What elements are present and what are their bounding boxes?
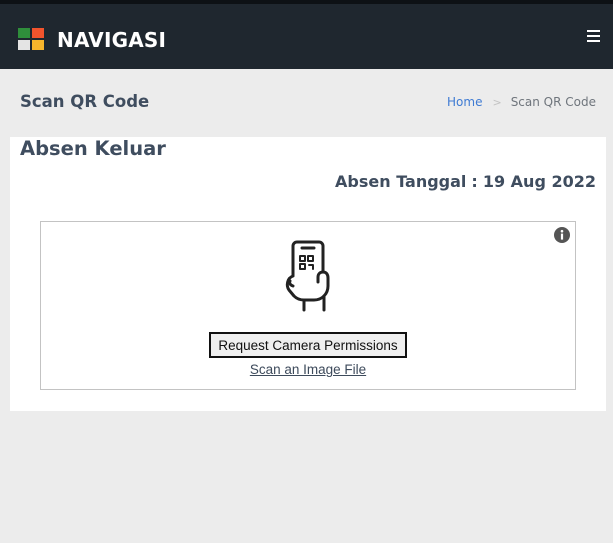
- attendance-date-separator: :: [471, 172, 478, 191]
- hamburger-line: [587, 40, 600, 42]
- attendance-card: Absen Keluar Absen Tanggal : 19 Aug 2022…: [10, 137, 606, 411]
- logo-square-green: [18, 28, 30, 38]
- logo-square-yellow: [32, 40, 44, 50]
- info-icon[interactable]: [554, 227, 570, 243]
- attendance-date-label: Absen Tanggal: [335, 172, 467, 191]
- qr-scanner-region: Request Camera Permissions Scan an Image…: [40, 221, 576, 390]
- brand-title[interactable]: NAVIGASI: [57, 28, 166, 52]
- scan-image-file-link[interactable]: Scan an Image File: [41, 362, 575, 377]
- card-title: Absen Keluar: [20, 137, 166, 160]
- top-navbar: NAVIGASI: [0, 0, 613, 69]
- hamburger-icon[interactable]: [587, 30, 600, 42]
- hamburger-line: [587, 35, 600, 37]
- phone-qr-icon: [285, 240, 330, 312]
- logo-square-white: [18, 40, 30, 50]
- attendance-date-value: 19 Aug 2022: [482, 172, 596, 191]
- breadcrumb: Home > Scan QR Code: [447, 95, 596, 109]
- request-camera-permissions-button[interactable]: Request Camera Permissions: [209, 332, 407, 358]
- logo-square-red: [32, 28, 44, 38]
- hamburger-line: [587, 30, 600, 32]
- breadcrumb-chevron-icon: >: [492, 95, 502, 109]
- attendance-date: Absen Tanggal : 19 Aug 2022: [335, 172, 596, 191]
- page-title: Scan QR Code: [20, 92, 150, 111]
- breadcrumb-home-link[interactable]: Home: [447, 95, 482, 109]
- brand-logo-icon: [18, 28, 44, 50]
- breadcrumb-current: Scan QR Code: [510, 95, 596, 109]
